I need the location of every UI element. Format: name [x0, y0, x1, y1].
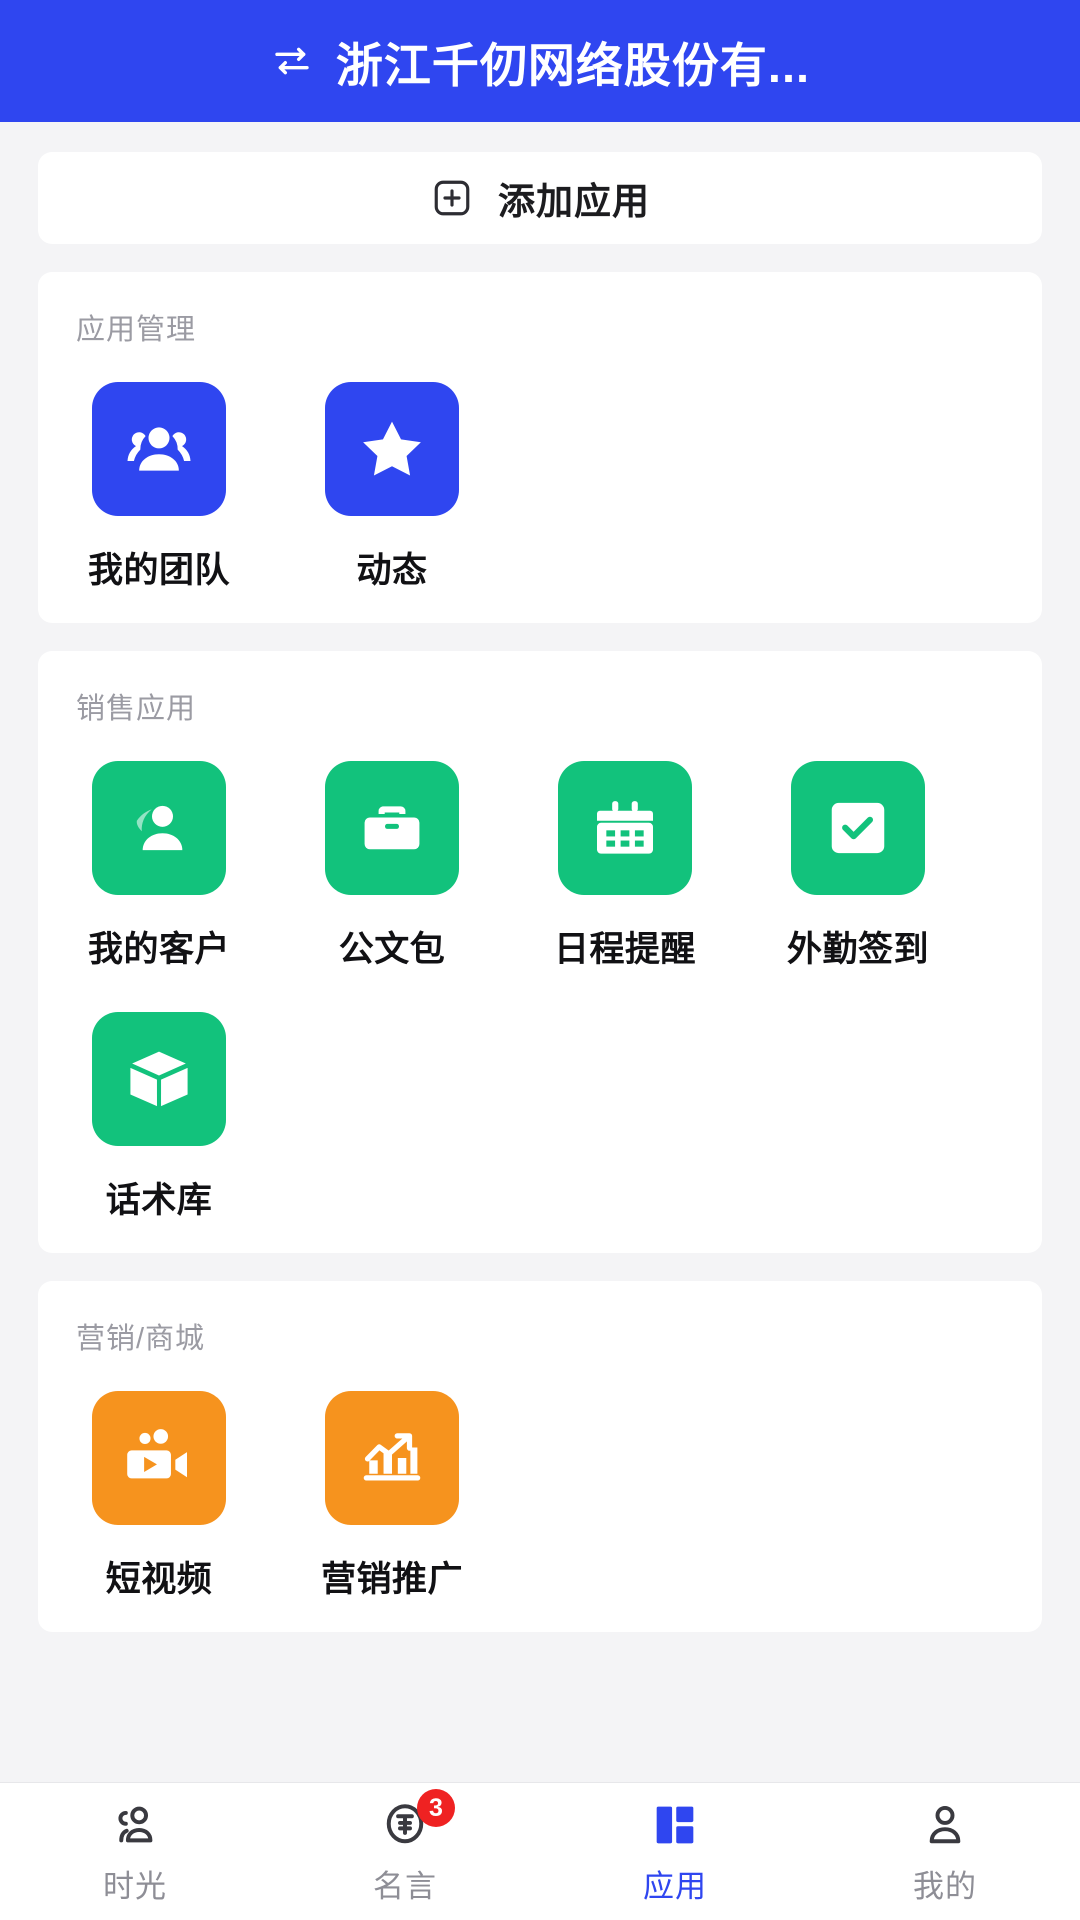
- calendar-icon: [558, 761, 692, 895]
- tab-quotes[interactable]: 3 名言: [270, 1783, 540, 1920]
- app-tile-schedule[interactable]: 日程提醒: [540, 761, 710, 972]
- checklist-board-icon: [791, 761, 925, 895]
- app-tile-field-checkin[interactable]: 外勤签到: [773, 761, 943, 972]
- grid-apps-icon: [647, 1797, 703, 1853]
- section-title: 销售应用: [76, 693, 197, 725]
- app-grid: 我的客户 公文包 日程提醒 外勤签到 话术库: [74, 761, 1006, 1223]
- app-tile-label: 我的客户: [87, 930, 230, 969]
- star-icon: [325, 382, 459, 516]
- swap-icon[interactable]: [270, 39, 314, 83]
- tab-label: 应用: [643, 1869, 707, 1904]
- grid-filler: [540, 1012, 773, 1223]
- grid-filler: [773, 382, 1006, 593]
- app-tile-script-library[interactable]: 话术库: [74, 1012, 244, 1223]
- group-users-icon: [92, 382, 226, 516]
- grid-filler: [773, 1012, 1006, 1223]
- box-3d-icon: [92, 1012, 226, 1146]
- page-title: 浙江千仞网络股份有...: [335, 38, 811, 92]
- app-tile-label: 话术库: [105, 1181, 213, 1220]
- app-tile-dynamic[interactable]: 动态: [307, 382, 477, 593]
- app-tile-briefcase[interactable]: 公文包: [307, 761, 477, 972]
- tab-mine[interactable]: 我的: [810, 1783, 1080, 1920]
- plus-square-icon: [430, 176, 474, 220]
- app-tile-short-video[interactable]: 短视频: [74, 1391, 244, 1602]
- app-tile-label: 短视频: [105, 1560, 213, 1599]
- grid-filler: [540, 382, 773, 593]
- app-tile-marketing-promo[interactable]: 营销推广: [307, 1391, 477, 1602]
- app-header: 浙江千仞网络股份有...: [0, 0, 1080, 122]
- section-marketing-mall: 营销/商城 短视频 营销推广: [38, 1281, 1042, 1632]
- grid-filler: [540, 1391, 773, 1602]
- tab-time[interactable]: 时光: [0, 1783, 270, 1920]
- section-title: 应用管理: [76, 314, 197, 346]
- briefcase-icon: [325, 761, 459, 895]
- app-tile-label: 我的团队: [87, 551, 230, 590]
- app-tile-my-team[interactable]: 我的团队: [74, 382, 244, 593]
- person-icon: [917, 1797, 973, 1853]
- tab-apps[interactable]: 应用: [540, 1783, 810, 1920]
- section-app-management: 应用管理 我的团队 动态: [38, 272, 1042, 623]
- app-grid: 短视频 营销推广: [74, 1391, 1006, 1602]
- add-app-label: 添加应用: [498, 181, 650, 222]
- app-tile-label: 动态: [356, 551, 428, 590]
- growth-chart-icon: [325, 1391, 459, 1525]
- quote-speech-icon: 3: [377, 1789, 455, 1853]
- grid-filler: [773, 1391, 1006, 1602]
- app-tile-label: 公文包: [338, 930, 446, 969]
- tab-badge: 3: [417, 1789, 455, 1827]
- app-tile-label: 日程提醒: [553, 930, 696, 969]
- app-tile-label: 外勤签到: [786, 930, 929, 969]
- section-title: 营销/商城: [76, 1323, 206, 1355]
- video-camera-icon: [92, 1391, 226, 1525]
- add-app-button[interactable]: 添加应用: [38, 152, 1042, 244]
- user-customer-icon: [92, 761, 226, 895]
- tab-label: 我的: [913, 1869, 977, 1904]
- app-tile-label: 营销推广: [320, 1560, 463, 1599]
- section-sales-apps: 销售应用 我的客户 公文包 日程提醒 外勤签到 话术库: [38, 651, 1042, 1253]
- app-tile-my-customer[interactable]: 我的客户: [74, 761, 244, 972]
- bottom-tab-bar: 时光 3 名言 应用 我的: [0, 1782, 1080, 1920]
- tab-label: 时光: [103, 1869, 167, 1904]
- app-grid: 我的团队 动态: [74, 382, 1006, 593]
- page-body: 添加应用 应用管理 我的团队 动态 销售应用 我的客户 公文包 日程提醒 外勤签…: [0, 122, 1080, 1760]
- app-root: 浙江千仞网络股份有... 添加应用 应用管理 我的团队 动态 销售应用 我的客户…: [0, 0, 1080, 1920]
- people-time-icon: [107, 1797, 163, 1853]
- tab-label: 名言: [373, 1869, 437, 1904]
- bottom-spacer: [0, 1760, 1080, 1782]
- grid-filler: [307, 1012, 540, 1223]
